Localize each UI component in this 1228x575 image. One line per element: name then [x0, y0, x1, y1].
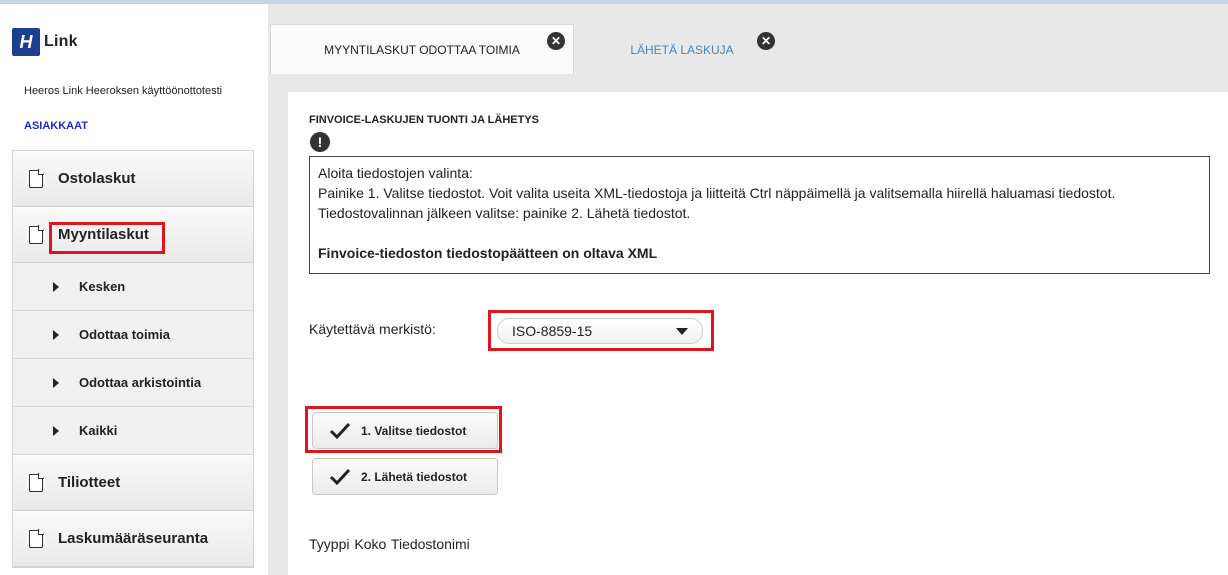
charset-value: ISO-8859-15	[512, 323, 593, 339]
sidebar-subitem-odottaa-arkistointia[interactable]: Odottaa arkistointia	[13, 359, 253, 407]
document-icon	[29, 224, 44, 244]
main-panel: FINVOICE-LASKUJEN TUONTI JA LÄHETYS ! Al…	[288, 92, 1228, 575]
file-table-header: Tyyppi Koko Tiedostonimi	[309, 536, 472, 552]
charset-select[interactable]: ISO-8859-15	[497, 318, 703, 344]
checkmark-icon	[329, 422, 351, 439]
sidebar-subitem-label: Odottaa arkistointia	[79, 375, 202, 390]
button-label: 2. Lähetä tiedostot	[361, 469, 468, 484]
page-title: FINVOICE-LASKUJEN TUONTI JA LÄHETYS	[309, 114, 539, 126]
sidebar-subitem-label: Kesken	[79, 279, 126, 294]
sidebar-item-label: Myyntilaskut	[58, 226, 149, 243]
logo-text: Link	[44, 33, 78, 50]
close-icon[interactable]: ✕	[547, 32, 565, 50]
instruction-line: Aloita tiedostojen valinta:	[318, 165, 473, 181]
column-header-filename: Tiedostonimi	[390, 536, 470, 552]
sidebar-subitem-label: Odottaa toimia	[79, 327, 171, 342]
alert-icon: !	[310, 132, 330, 152]
sidebar-item-label: Tiliotteet	[58, 474, 121, 491]
caret-right-icon	[53, 329, 59, 340]
send-files-button[interactable]: 2. Lähetä tiedostot	[312, 458, 498, 495]
caret-right-icon	[53, 281, 59, 292]
instructions-box: Aloita tiedostojen valinta: Painike 1. V…	[309, 156, 1210, 274]
close-icon[interactable]: ✕	[757, 32, 775, 50]
sidebar-item-myyntilaskut[interactable]: Myyntilaskut	[13, 207, 253, 263]
chevron-down-icon	[676, 327, 688, 335]
sidebar-item-ostolaskut[interactable]: Ostolaskut	[13, 151, 253, 207]
customers-link[interactable]: ASIAKKAAT	[24, 120, 88, 132]
sidebar-item-label: Laskumääräseuranta	[58, 530, 209, 547]
heeros-logo-icon: H	[12, 28, 40, 56]
tab-label: MYYNTILASKUT ODOTTAA TOIMIA	[324, 42, 520, 57]
caret-right-icon	[53, 377, 59, 388]
document-icon	[29, 168, 44, 188]
instruction-note: Finvoice-tiedoston tiedostopäätteen on o…	[318, 245, 658, 261]
sidebar-item-label: Ostolaskut	[58, 170, 136, 187]
checkmark-icon	[329, 468, 351, 485]
sidebar-item-laskumaaraseuranta[interactable]: Laskumääräseuranta	[13, 511, 253, 567]
column-header-type: Tyyppi	[309, 536, 350, 552]
column-header-size: Koko	[354, 536, 387, 552]
caret-right-icon	[53, 425, 59, 436]
select-files-button[interactable]: 1. Valitse tiedostot	[312, 412, 498, 449]
document-icon	[29, 528, 44, 548]
button-label: 1. Valitse tiedostot	[361, 423, 467, 438]
instruction-line: Tiedostovalinnan jälkeen valitse: painik…	[318, 205, 691, 221]
sidebar: H Link Heeros Link Heeroksen käyttöönott…	[0, 4, 268, 575]
sidebar-item-tiliotteet[interactable]: Tiliotteet	[13, 455, 253, 511]
sidebar-subitem-odottaa-toimia[interactable]: Odottaa toimia	[13, 311, 253, 359]
tab-label: LÄHETÄ LASKUJA	[630, 42, 734, 57]
tab-myyntilaskut-odottaa-toimia[interactable]: MYYNTILASKUT ODOTTAA TOIMIA ✕	[270, 24, 574, 74]
sidebar-subitem-kaikki[interactable]: Kaikki	[13, 407, 253, 455]
charset-label: Käytettävä merkistö:	[309, 321, 436, 337]
instruction-line: Painike 1. Valitse tiedostot. Voit valit…	[318, 185, 1116, 201]
app-logo[interactable]: H Link	[12, 28, 78, 56]
sidebar-subitem-kesken[interactable]: Kesken	[13, 263, 253, 311]
sidebar-subitem-label: Kaikki	[79, 423, 118, 438]
tab-laheta-laskuja[interactable]: LÄHETÄ LASKUJA ✕	[580, 24, 784, 74]
company-name: Heeros Link Heeroksen käyttöönottotesti	[24, 85, 223, 97]
sidebar-menu: Ostolaskut Myyntilaskut Kesken Odottaa t…	[12, 150, 254, 568]
document-icon	[29, 472, 44, 492]
